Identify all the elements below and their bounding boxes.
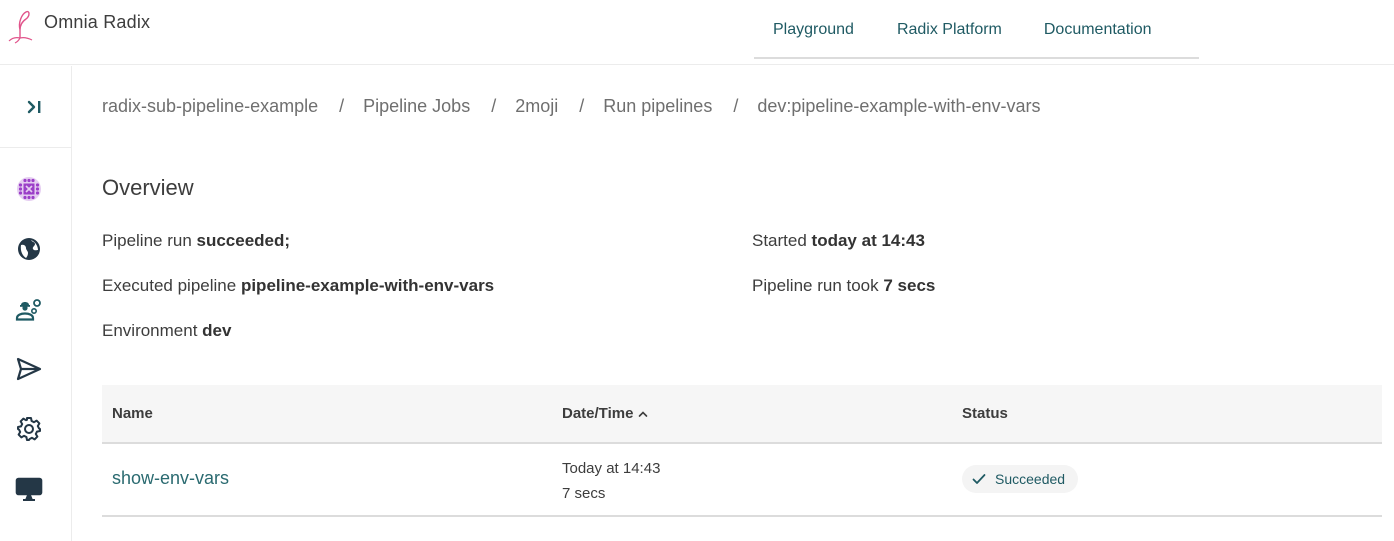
globe-icon [18,238,40,260]
step-datetime: Today at 14:43 7 secs [562,456,660,506]
check-icon [972,474,986,484]
executed-pipeline-value: pipeline-example-with-env-vars [240,276,495,295]
table-header: Name Date/Time Status [102,385,1382,444]
sidebar-toggle-button[interactable] [0,66,71,148]
sidebar-item-configuration[interactable] [14,414,44,444]
breadcrumb-separator: / [491,96,497,116]
breadcrumb-run-pipelines[interactable]: Run pipelines [603,96,712,117]
step-name-link[interactable]: show-env-vars [112,468,229,489]
pipeline-jobs-icon [15,299,41,321]
top-navigation: Playground Radix Platform Documentation [754,0,1199,59]
pipeline-run-status: Pipeline run succeeded; [102,231,290,251]
sidebar-item-environments[interactable] [14,234,44,264]
gear-icon [17,417,41,441]
status-badge-label: Succeeded [995,471,1066,487]
environment-value: dev [202,321,232,340]
breadcrumb-separator: / [733,96,739,116]
sidebar-item-monitoring[interactable] [14,474,44,504]
send-icon [16,357,42,381]
step-duration: 7 secs [562,485,606,502]
column-header-datetime-label: Date/Time [562,405,634,422]
status-badge: Succeeded [962,465,1079,493]
brand[interactable]: Omnia Radix [6,8,150,44]
nav-radix-platform-link[interactable]: Radix Platform [897,21,1002,39]
omnia-radix-logo-icon [8,10,33,44]
pipeline-run-status-label: Pipeline run [102,231,192,250]
top-bar: Omnia Radix Playground Radix Platform Do… [0,0,1394,65]
column-header-status: Status [962,405,1008,422]
step-date: Today at 14:43 [562,460,661,477]
breadcrumb-current: dev:pipeline-example-with-env-vars [757,96,1041,116]
run-duration-value: 7 secs [883,276,936,295]
environment: Environment dev [102,321,231,341]
overview-heading: Overview [102,175,194,200]
table-row: show-env-vars Today at 14:43 7 secs Succ… [102,444,1382,517]
started-label: Started [752,231,807,250]
sidebar [0,66,72,541]
breadcrumb-separator: / [579,96,585,116]
steps-table: Name Date/Time Status show-env-vars Toda… [102,385,1382,517]
application-icon [17,177,41,201]
sidebar-item-pipeline-jobs[interactable] [14,294,44,324]
app-title: Omnia Radix [44,11,151,32]
nav-playground-link[interactable]: Playground [773,21,854,39]
sort-ascending-icon [639,410,648,417]
run-duration-label: Pipeline run took [752,276,879,295]
breadcrumb-app[interactable]: radix-sub-pipeline-example [102,96,318,117]
executed-pipeline-label: Executed pipeline [102,276,237,295]
breadcrumb-pipeline-jobs[interactable]: Pipeline Jobs [363,96,470,117]
environment-label: Environment [102,321,198,340]
sidebar-item-application[interactable] [14,174,44,204]
expand-sidebar-icon [27,100,40,113]
executed-pipeline: Executed pipeline pipeline-example-with-… [102,276,494,296]
nav-documentation-link[interactable]: Documentation [1044,21,1152,39]
started-at: Started today at 14:43 [752,231,925,251]
pipeline-run-status-value: succeeded; [196,231,291,250]
started-value: today at 14:43 [811,231,925,250]
sidebar-item-deployments[interactable] [14,354,44,384]
monitor-icon [15,477,43,501]
breadcrumb-separator: / [339,96,345,116]
column-header-name: Name [112,405,153,422]
breadcrumb-job[interactable]: 2moji [515,96,558,117]
run-duration: Pipeline run took 7 secs [752,276,935,296]
column-header-datetime[interactable]: Date/Time [562,405,649,422]
breadcrumb: radix-sub-pipeline-example / Pipeline Jo… [102,96,1040,117]
